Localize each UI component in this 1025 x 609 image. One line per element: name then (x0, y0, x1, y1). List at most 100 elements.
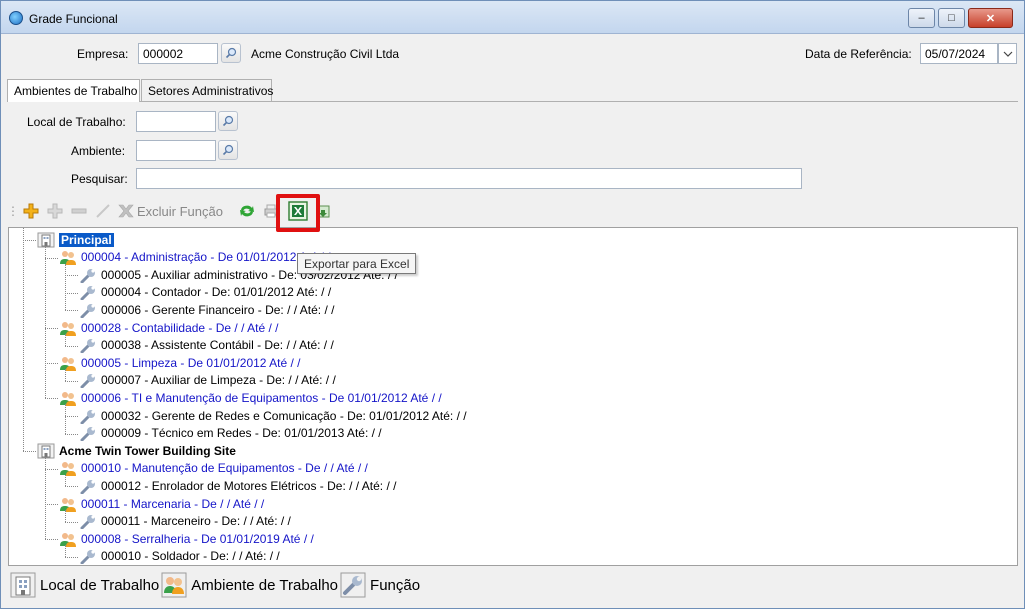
export-excel-tooltip: Exportar para Excel (297, 253, 417, 274)
tab-label: Ambientes de Trabalho (14, 84, 138, 98)
data-referencia-label: Data de Referência: (805, 47, 912, 61)
tree-node-ambiente[interactable]: 000011 - Marcenaria - De / / Até / / (59, 495, 264, 512)
wrench-icon (80, 479, 95, 494)
add-button[interactable] (21, 201, 41, 221)
tree-connector (65, 263, 66, 311)
excluir-funcao-label: Excluir Função (137, 203, 223, 219)
tree-node-local[interactable]: Acme Twin Tower Building Site (37, 442, 236, 459)
tree-node-funcao[interactable]: 000038 - Assistente Contábil - De: / / A… (79, 337, 334, 354)
tree-connector (45, 328, 58, 329)
tree-node-label: 000006 - Gerente Financeiro - De: / / At… (101, 302, 335, 317)
toolbar-grip: ⋮ (7, 204, 19, 218)
pesquisar-input[interactable] (136, 168, 802, 189)
tree-node-label: 000010 - Soldador - De: / / Até: / / (101, 549, 280, 564)
remove-button[interactable] (69, 201, 89, 221)
tree-node-funcao[interactable]: 000009 - Técnico em Redes - De: 01/01/20… (79, 425, 382, 442)
tree-node-funcao[interactable]: 000011 - Marceneiro - De: / / Até: / / (79, 513, 291, 530)
building-icon (37, 232, 55, 247)
tree-node-funcao[interactable]: 000010 - Soldador - De: / / Até: / / (79, 548, 280, 565)
tree-node-label: Principal (59, 232, 114, 247)
tree-node-label: 000006 - TI e Manutenção de Equipamentos… (81, 390, 442, 405)
header-panel: Empresa: Acme Construção Civil Ltda Data… (7, 35, 1018, 75)
wrench-icon (80, 550, 95, 565)
refresh-button[interactable] (237, 201, 257, 221)
tree-node-funcao[interactable]: 000006 - Gerente Financeiro - De: / / At… (79, 301, 334, 318)
tree-node-label: 000038 - Assistente Contábil - De: / / A… (101, 338, 334, 353)
tree-node-local[interactable]: Principal (37, 231, 114, 248)
local-trabalho-lookup-button[interactable] (218, 111, 238, 131)
tree-node-label: 000005 - Limpeza - De 01/01/2012 Até / / (81, 355, 301, 370)
tree-connector (45, 257, 58, 259)
local-trabalho-input[interactable] (136, 111, 216, 132)
tree-view[interactable]: Principal 000004 - Administração - De 01/… (8, 227, 1018, 566)
tree-node-ambiente[interactable]: 000010 - Manutenção de Equipamentos - De… (59, 460, 368, 477)
legend: Local de Trabalho Ambiente de Trabalho F… (10, 570, 422, 600)
tree-node-label: 000004 - Contador - De: 01/01/2012 Até: … (101, 285, 332, 300)
tree-connector (23, 451, 36, 453)
tree-node-ambiente[interactable]: 000008 - Serralheria - De 01/01/2019 Até… (59, 530, 314, 547)
minimize-icon: – (918, 12, 925, 24)
people-icon (60, 391, 76, 406)
tree-node-label: 000004 - Administração - De 01/01/2012 A… (81, 250, 331, 265)
edit-button[interactable] (93, 201, 113, 221)
tab-setores-administrativos[interactable]: Setores Administrativos (141, 79, 273, 101)
ambiente-input[interactable] (136, 140, 216, 161)
add-child-button[interactable] (45, 201, 65, 221)
minus-icon (71, 208, 87, 214)
local-trabalho-label: Local de Trabalho: (27, 115, 126, 129)
building-icon (37, 443, 55, 459)
legend-ambiente: Ambiente de Trabalho (161, 572, 338, 598)
tree-node-ambiente[interactable]: 000006 - TI e Manutenção de Equipamentos… (59, 389, 442, 406)
close-button[interactable]: ✕ (968, 8, 1013, 28)
maximize-button[interactable]: □ (938, 8, 965, 28)
people-icon (60, 251, 76, 266)
search-icon (222, 144, 234, 156)
legend-local-label: Local de Trabalho (40, 576, 160, 594)
toolbar: ⋮ Excluir Função (7, 197, 409, 225)
tree-connector (45, 504, 58, 505)
excluir-funcao-button[interactable]: Excluir Função (117, 201, 227, 221)
date-dropdown-button[interactable] (998, 43, 1017, 64)
wrench-icon (80, 268, 95, 283)
tree-node-label: 000032 - Gerente de Redes e Comunicação … (101, 408, 467, 423)
people-icon (60, 532, 76, 547)
tree-node-ambiente[interactable]: 000005 - Limpeza - De 01/01/2012 Até / / (59, 354, 300, 371)
tree-connector (65, 404, 66, 434)
grade-funcional-window: Grade Funcional – □ ✕ Empresa: Acme Cons… (0, 0, 1025, 609)
empresa-lookup-button[interactable] (221, 43, 241, 63)
ambiente-lookup-button[interactable] (218, 140, 238, 160)
minimize-button[interactable]: – (908, 8, 935, 28)
people-icon (60, 321, 76, 336)
tree-node-ambiente[interactable]: 000028 - Contabilidade - De / / Até / / (59, 319, 278, 336)
tree-connector (45, 468, 58, 470)
chevron-down-icon (1003, 51, 1012, 57)
window-title: Grade Funcional (29, 12, 118, 26)
tree-node-label: 000028 - Contabilidade - De / / Até / / (81, 320, 279, 335)
tree-node-label: 000011 - Marcenaria - De / / Até / / (81, 496, 265, 511)
tree-connector (65, 334, 66, 346)
title-bar: Grade Funcional – □ ✕ (1, 1, 1024, 34)
tree-node-funcao[interactable]: 000004 - Contador - De: 01/01/2012 Até: … (79, 284, 331, 301)
wrench-icon (80, 427, 95, 442)
refresh-icon (240, 205, 254, 217)
tree-connector (65, 510, 66, 522)
tree-node-funcao[interactable]: 000012 - Enrolador de Motores Elétricos … (79, 477, 396, 494)
tab-ambientes-trabalho[interactable]: Ambientes de Trabalho (7, 79, 140, 102)
tree-node-funcao[interactable]: 000032 - Gerente de Redes e Comunicação … (79, 407, 467, 424)
delete-x-icon (118, 204, 134, 218)
tree-connector (65, 474, 66, 487)
people-icon (60, 356, 76, 371)
tree-connector (23, 228, 24, 452)
people-icon (60, 497, 76, 512)
maximize-icon: □ (948, 12, 955, 24)
tree-node-label: 000008 - Serralheria - De 01/01/2019 Até… (81, 531, 314, 546)
legend-ambiente-label: Ambiente de Trabalho (191, 576, 339, 594)
tree-connector (65, 345, 78, 347)
tree-connector (45, 398, 58, 400)
plus-disabled-icon (47, 203, 63, 219)
tree-connector (45, 457, 46, 540)
tree-node-ambiente[interactable]: 000004 - Administração - De 01/01/2012 A… (59, 249, 331, 266)
empresa-code-input[interactable] (138, 43, 218, 64)
tree-node-funcao[interactable]: 000007 - Auxiliar de Limpeza - De: / / A… (79, 372, 336, 389)
data-referencia-input[interactable] (920, 43, 998, 64)
